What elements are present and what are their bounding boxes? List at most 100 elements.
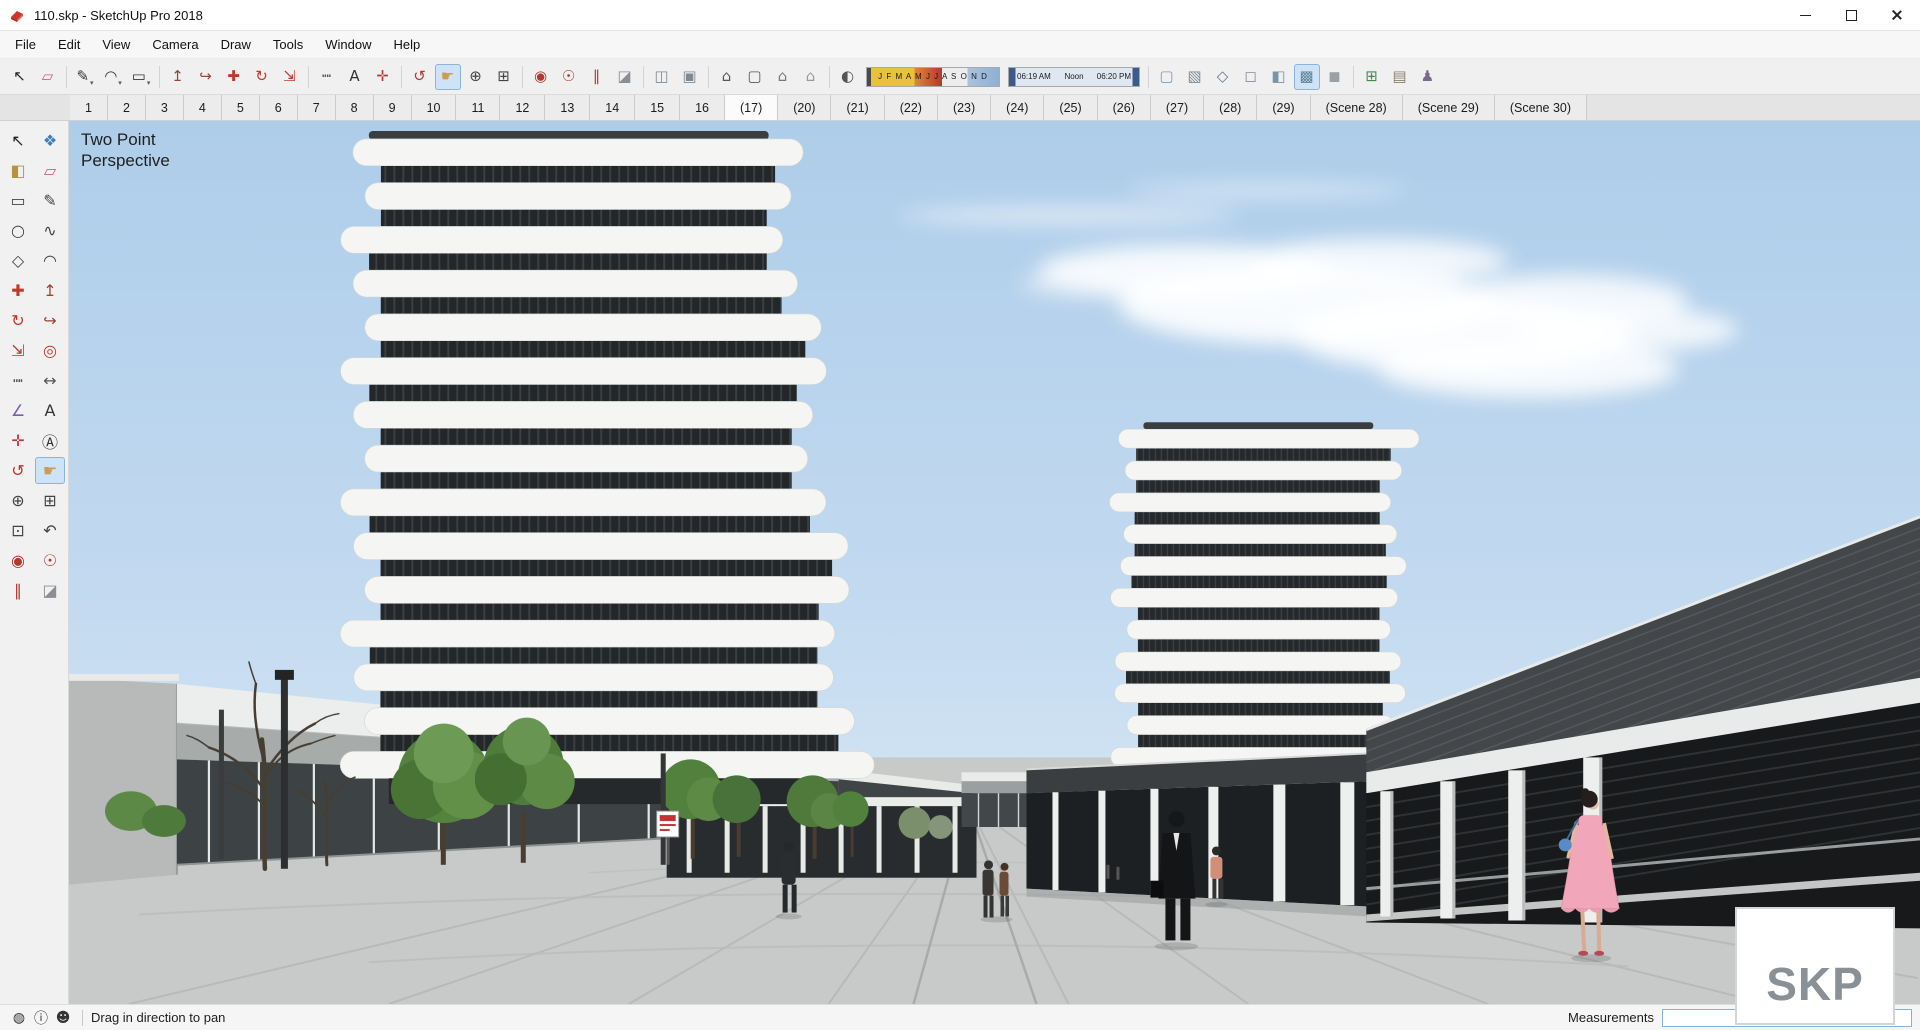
- scene-tab[interactable]: 5: [221, 95, 260, 120]
- scene-tab[interactable]: 7: [297, 95, 336, 120]
- zoom-tool[interactable]: ⊕: [463, 64, 489, 90]
- position-camera-tool[interactable]: ◉: [528, 64, 554, 90]
- scene-tab[interactable]: (28): [1204, 95, 1258, 120]
- shadow-date-slider[interactable]: J F M A M J J A S O N D: [866, 66, 1000, 87]
- move-tool[interactable]: ✚: [221, 64, 247, 90]
- push-pull-tool[interactable]: ↥: [165, 64, 191, 90]
- push-pull-tool[interactable]: ↥: [35, 277, 65, 304]
- look-around-tool[interactable]: ☉: [556, 64, 582, 90]
- close-button[interactable]: [1874, 0, 1920, 30]
- menu-help[interactable]: Help: [383, 31, 432, 58]
- scene-tab[interactable]: 1: [70, 95, 108, 120]
- minimize-button[interactable]: [1782, 0, 1828, 30]
- rotate-tool[interactable]: ↻: [3, 307, 33, 334]
- walk-tool[interactable]: ∥: [3, 577, 33, 604]
- scene-tab[interactable]: (17): [725, 95, 779, 120]
- materials-panel-button[interactable]: ▤: [1387, 64, 1413, 90]
- zoom-extents-tool[interactable]: ⊡: [3, 517, 33, 544]
- make-component-tool[interactable]: ❖: [35, 127, 65, 154]
- line-tool[interactable]: ✎ ▾: [72, 64, 98, 90]
- polygon-tool[interactable]: ◇: [3, 247, 33, 274]
- walk-tool[interactable]: ∥: [584, 64, 610, 90]
- offset-tool[interactable]: ◎: [35, 337, 65, 364]
- menu-tools[interactable]: Tools: [262, 31, 314, 58]
- text-tool[interactable]: A: [35, 397, 65, 424]
- shapes-tool[interactable]: ▭ ▾: [128, 64, 154, 90]
- tape-measure-tool[interactable]: ┉: [314, 64, 340, 90]
- zoom-window-tool[interactable]: ⊞: [491, 64, 517, 90]
- zoom-window-tool[interactable]: ⊞: [35, 487, 65, 514]
- orbit-tool[interactable]: ↺: [3, 457, 33, 484]
- viewport-canvas[interactable]: [69, 121, 1920, 1004]
- back-edges-style-button[interactable]: ▧: [1182, 64, 1208, 90]
- axes-tool[interactable]: ✛: [370, 64, 396, 90]
- components-panel-button[interactable]: ⊞: [1359, 64, 1385, 90]
- select-tool[interactable]: ↖: [3, 127, 33, 154]
- scene-tab[interactable]: 10: [411, 95, 457, 120]
- arc-tool[interactable]: ◠: [35, 247, 65, 274]
- scene-tab[interactable]: 12: [500, 95, 546, 120]
- move-tool[interactable]: ✚: [3, 277, 33, 304]
- scene-tab[interactable]: 9: [373, 95, 412, 120]
- section-plane-tool[interactable]: ◪: [612, 64, 638, 90]
- scene-tab[interactable]: 15: [635, 95, 681, 120]
- tape-measure-tool[interactable]: ┉: [3, 367, 33, 394]
- scene-tab[interactable]: (26): [1097, 95, 1151, 120]
- section-plane-tool[interactable]: ◪: [35, 577, 65, 604]
- menu-camera[interactable]: Camera: [141, 31, 209, 58]
- shadows-toggle[interactable]: ◐: [835, 64, 861, 90]
- credits-icon[interactable]: ⓘ: [30, 1007, 52, 1029]
- zoom-tool[interactable]: ⊕: [3, 487, 33, 514]
- menu-edit[interactable]: Edit: [47, 31, 91, 58]
- warehouse-button[interactable]: ♟: [1415, 64, 1441, 90]
- scene-tab[interactable]: (20): [778, 95, 832, 120]
- scene-tab[interactable]: 16: [680, 95, 725, 120]
- menu-draw[interactable]: Draw: [210, 31, 262, 58]
- right-view-button[interactable]: ⌂: [798, 64, 824, 90]
- scene-tab[interactable]: (24): [991, 95, 1045, 120]
- position-camera-tool[interactable]: ◉: [3, 547, 33, 574]
- scene-tab[interactable]: (23): [937, 95, 992, 120]
- scene-tab[interactable]: 2: [107, 95, 146, 120]
- shaded-textures-style-button[interactable]: ▩: [1294, 63, 1320, 90]
- monochrome-style-button[interactable]: ◼: [1322, 64, 1348, 90]
- geolocation-icon[interactable]: ◍: [8, 1007, 30, 1029]
- circle-tool[interactable]: ○: [3, 217, 33, 244]
- scene-tab[interactable]: 11: [456, 95, 501, 120]
- rotate-tool[interactable]: ↻: [249, 64, 275, 90]
- scene-tab[interactable]: (25): [1044, 95, 1098, 120]
- follow-me-tool[interactable]: ↪: [35, 307, 65, 334]
- scene-tab[interactable]: 4: [183, 95, 222, 120]
- paint-bucket-tool[interactable]: ◧: [3, 157, 33, 184]
- front-view-button[interactable]: ⌂: [770, 64, 796, 90]
- select-tool[interactable]: ↖: [7, 64, 33, 90]
- user-icon[interactable]: ☻: [52, 1007, 74, 1029]
- menu-window[interactable]: Window: [314, 31, 382, 58]
- 3d-text-tool[interactable]: Ⓐ: [35, 427, 65, 454]
- text-tool[interactable]: A: [342, 64, 368, 90]
- display-section-cuts-toggle[interactable]: ▣: [677, 64, 703, 90]
- arc-tool[interactable]: ◠ ▾: [100, 64, 126, 90]
- scene-tab[interactable]: 6: [259, 95, 298, 120]
- scene-tab[interactable]: (Scene 29): [1402, 95, 1495, 120]
- menu-file[interactable]: File: [4, 31, 47, 58]
- rectangle-tool[interactable]: ▭: [3, 187, 33, 214]
- menu-view[interactable]: View: [91, 31, 141, 58]
- pan-tool[interactable]: ☛: [35, 457, 65, 484]
- shaded-style-button[interactable]: ◧: [1266, 64, 1292, 90]
- scene-tab[interactable]: (Scene 28): [1310, 95, 1403, 120]
- freehand-tool[interactable]: ∿: [35, 217, 65, 244]
- hidden-line-style-button[interactable]: ◻: [1238, 64, 1264, 90]
- axes-tool[interactable]: ✛: [3, 427, 33, 454]
- protractor-tool[interactable]: ∠: [3, 397, 33, 424]
- scene-tab[interactable]: 3: [145, 95, 184, 120]
- previous-view-tool[interactable]: ↶: [35, 517, 65, 544]
- wireframe-style-button[interactable]: ◇: [1210, 64, 1236, 90]
- look-around-tool[interactable]: ☉: [35, 547, 65, 574]
- model-viewport[interactable]: Two Point Perspective: [69, 121, 1920, 1004]
- scene-tab[interactable]: 14: [590, 95, 636, 120]
- scene-tab[interactable]: (27): [1150, 95, 1205, 120]
- orbit-tool[interactable]: ↺: [407, 64, 433, 90]
- scene-tab[interactable]: 8: [335, 95, 374, 120]
- scene-tab[interactable]: (29): [1257, 95, 1311, 120]
